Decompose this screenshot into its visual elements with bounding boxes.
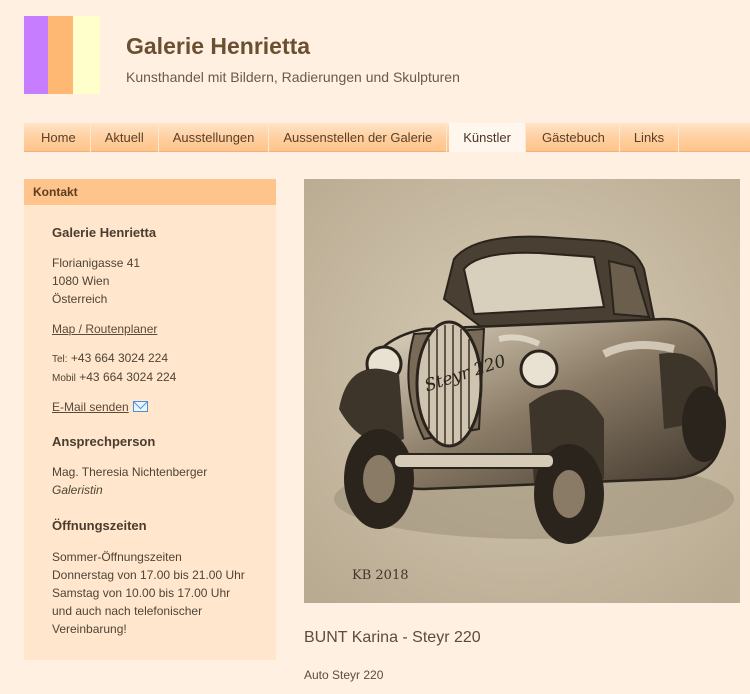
site-title[interactable]: Galerie Henrietta: [126, 33, 310, 60]
envelope-icon[interactable]: [132, 401, 148, 412]
logo-stripe-yellow: [73, 16, 100, 94]
hours-line: und auch nach telefonischer: [52, 604, 203, 618]
gallery-name: Galerie Henrietta: [52, 225, 157, 240]
mobile-label: Mobil: [52, 373, 76, 384]
artwork-title: BUNT Karina - Steyr 220: [304, 629, 481, 646]
contact-person-heading: Ansprechperson: [52, 434, 156, 449]
contact-person-role: Galeristin: [52, 483, 103, 497]
address-line-country: Österreich: [52, 292, 108, 306]
hours-line: Donnerstag von 17.00 bis 21.00 Uhr: [52, 568, 245, 582]
site-logo[interactable]: [24, 16, 100, 94]
contact-person-name: Mag. Theresia Nichtenberger: [52, 465, 208, 479]
nav-ausstellungen[interactable]: Ausstellungen: [159, 123, 270, 152]
mobile-row: Mobil +43 664 3024 224: [52, 368, 176, 388]
phone-number[interactable]: +43 664 3024 224: [71, 351, 168, 365]
logo-stripe-orange: [48, 16, 73, 94]
nav-gaestebuch[interactable]: Gästebuch: [528, 123, 620, 152]
artist-signature: KB 2018: [352, 568, 408, 583]
main-navigation: Home Aktuell Ausstellungen Aussenstellen…: [24, 123, 750, 152]
sidebar-heading: Kontakt: [24, 179, 276, 205]
vintage-car-drawing: Steyr 220 KB 2018: [304, 179, 740, 603]
artwork-image[interactable]: Steyr 220 KB 2018: [304, 179, 740, 603]
map-link[interactable]: Map / Routenplaner: [52, 320, 157, 338]
hours-line: Vereinbarung!: [52, 622, 127, 636]
nav-aussenstellen[interactable]: Aussenstellen der Galerie: [269, 123, 448, 152]
phone-row: Tel: +43 664 3024 224: [52, 349, 168, 369]
nav-home[interactable]: Home: [24, 123, 91, 152]
hours-line: Sommer-Öffnungszeiten: [52, 550, 182, 564]
email-row[interactable]: E-Mail senden: [52, 398, 148, 416]
mobile-number[interactable]: +43 664 3024 224: [79, 370, 176, 384]
nav-kuenstler[interactable]: Künstler: [449, 123, 526, 152]
address-line-city: 1080 Wien: [52, 274, 110, 288]
nav-aktuell[interactable]: Aktuell: [91, 123, 159, 152]
logo-stripe-purple: [24, 16, 48, 94]
hours-line: Samstag von 10.00 bis 17.00 Uhr: [52, 586, 231, 600]
phone-label: Tel:: [52, 354, 68, 365]
email-link[interactable]: E-Mail senden: [52, 400, 129, 414]
nav-links[interactable]: Links: [620, 123, 680, 152]
address-line-street: Florianigasse 41: [52, 256, 141, 270]
artwork-description: Auto Steyr 220: [304, 668, 384, 682]
contact-sidebar: Kontakt Galerie Henrietta Florianigasse …: [24, 179, 276, 660]
site-subtitle: Kunsthandel mit Bildern, Radierungen und…: [126, 69, 460, 85]
opening-hours-heading: Öffnungszeiten: [52, 518, 147, 533]
